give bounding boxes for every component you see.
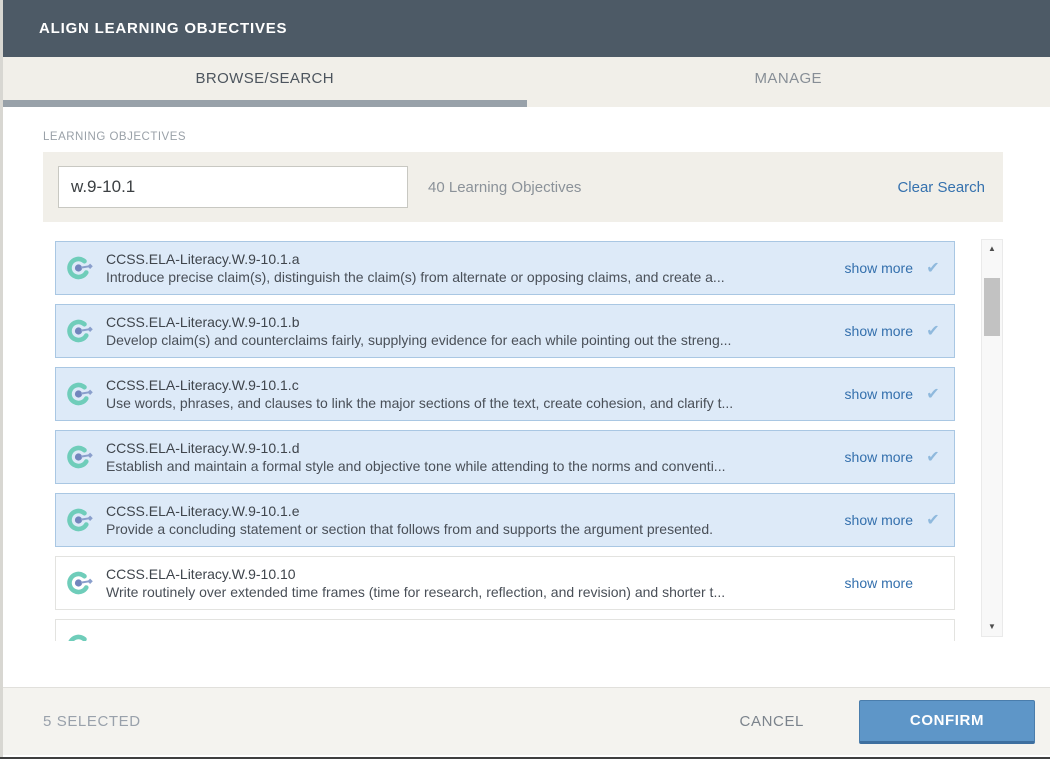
objective-text: CCSS.ELA-Literacy.W.9-10.1.c Use words, … xyxy=(106,376,833,413)
active-tab-indicator xyxy=(3,100,1050,107)
show-more-link[interactable]: show more xyxy=(845,260,913,276)
objective-row[interactable]: CCSS.ELA-Literacy.W.9-10.1.a Introduce p… xyxy=(55,241,955,295)
objective-row[interactable]: CCSS.ELA-Literacy.W.9-10.10 Write routin… xyxy=(55,556,955,610)
objective-code: CCSS.ELA-Literacy.W.9-10.10 xyxy=(106,565,833,583)
objectives-list-wrapper: CCSS.ELA-Literacy.W.9-10.1.a Introduce p… xyxy=(43,237,1003,641)
show-more-link[interactable]: show more xyxy=(845,323,913,339)
cancel-button[interactable]: CANCEL xyxy=(740,713,804,730)
learning-objective-icon xyxy=(65,379,95,409)
objective-code: CCSS.ELA-Literacy.W.9-10.1.b xyxy=(106,313,833,331)
objective-code: CCSS.ELA-Literacy.W.9-10.1.e xyxy=(106,502,833,520)
objective-text: CCSS.ELA-Literacy.W.9-10.1.a Introduce p… xyxy=(106,250,833,287)
objective-description: Introduce precise claim(s), distinguish … xyxy=(106,268,833,287)
selected-count: 5 SELECTED xyxy=(43,713,740,730)
show-more-link[interactable]: show more xyxy=(845,512,913,528)
objective-row[interactable]: ELA-Literacy.W.9-10.1b ✔ xyxy=(55,619,955,641)
scrollbar-thumb[interactable] xyxy=(984,278,1000,336)
show-more-link[interactable]: show more xyxy=(845,386,913,402)
objective-code: CCSS.ELA-Literacy.W.9-10.1.d xyxy=(106,439,833,457)
objective-row[interactable]: CCSS.ELA-Literacy.W.9-10.1.b Develop cla… xyxy=(55,304,955,358)
objective-code: CCSS.ELA-Literacy.W.9-10.1.a xyxy=(106,250,833,268)
objectives-list: CCSS.ELA-Literacy.W.9-10.1.a Introduce p… xyxy=(55,241,955,641)
selected-check-icon: ✔ xyxy=(924,384,942,404)
inactive-tab-underline xyxy=(527,100,1050,107)
objective-description: Develop claim(s) and counterclaims fairl… xyxy=(106,331,833,350)
tab-manage-label: MANAGE xyxy=(755,70,822,87)
tab-browse-search-label: BROWSE/SEARCH xyxy=(195,70,334,87)
learning-objective-icon xyxy=(65,442,95,472)
dialog-title: ALIGN LEARNING OBJECTIVES xyxy=(39,20,287,37)
show-more-link[interactable]: show more xyxy=(845,575,913,591)
dialog-header: ALIGN LEARNING OBJECTIVES xyxy=(3,0,1050,57)
selected-check-icon: ✔ xyxy=(924,510,942,530)
objective-description: Provide a concluding statement or sectio… xyxy=(106,520,833,539)
clear-search-link[interactable]: Clear Search xyxy=(897,179,985,196)
active-tab-underline xyxy=(3,100,527,107)
search-input[interactable] xyxy=(58,166,408,208)
objective-description: Write routinely over extended time frame… xyxy=(106,583,833,602)
selected-check-icon: ✔ xyxy=(924,321,942,341)
show-more-link[interactable]: show more xyxy=(845,449,913,465)
objective-description: Establish and maintain a formal style an… xyxy=(106,457,833,476)
tab-bar: BROWSE/SEARCH MANAGE xyxy=(3,57,1050,100)
objective-text: CCSS.ELA-Literacy.W.9-10.1.b Develop cla… xyxy=(106,313,833,350)
objective-description: Use words, phrases, and clauses to link … xyxy=(106,394,833,413)
learning-objective-icon xyxy=(65,505,95,535)
objective-row[interactable]: CCSS.ELA-Literacy.W.9-10.1.c Use words, … xyxy=(55,367,955,421)
objective-text: CCSS.ELA-Literacy.W.9-10.10 Write routin… xyxy=(106,565,833,602)
objective-code: CCSS.ELA-Literacy.W.9-10.1.c xyxy=(106,376,833,394)
learning-objective-icon xyxy=(65,253,95,283)
tab-browse-search[interactable]: BROWSE/SEARCH xyxy=(3,57,527,100)
confirm-button[interactable]: CONFIRM xyxy=(859,700,1035,744)
objective-text: CCSS.ELA-Literacy.W.9-10.1.d Establish a… xyxy=(106,439,833,476)
scroll-down-icon[interactable]: ▼ xyxy=(982,618,1002,636)
selected-check-icon: ✔ xyxy=(924,258,942,278)
search-panel: 40 Learning Objectives Clear Search xyxy=(43,152,1003,222)
results-count: 40 Learning Objectives xyxy=(428,179,897,196)
learning-objective-icon xyxy=(65,631,95,641)
align-learning-objectives-dialog: ALIGN LEARNING OBJECTIVES BROWSE/SEARCH … xyxy=(3,0,1050,757)
dialog-footer: 5 SELECTED CANCEL CONFIRM xyxy=(3,687,1050,755)
scroll-up-icon[interactable]: ▲ xyxy=(982,240,1002,258)
objective-code: ELA-Literacy.W.9-10.1b xyxy=(106,637,901,641)
learning-objective-icon xyxy=(65,316,95,346)
objective-text: CCSS.ELA-Literacy.W.9-10.1.e Provide a c… xyxy=(106,502,833,539)
list-scrollbar[interactable]: ▲ ▼ xyxy=(981,239,1003,637)
objective-text: ELA-Literacy.W.9-10.1b xyxy=(106,637,901,641)
selected-check-icon: ✔ xyxy=(924,447,942,467)
tab-manage[interactable]: MANAGE xyxy=(527,57,1050,100)
learning-objective-icon xyxy=(65,568,95,598)
objective-row[interactable]: CCSS.ELA-Literacy.W.9-10.1.e Provide a c… xyxy=(55,493,955,547)
learning-objectives-label: LEARNING OBJECTIVES xyxy=(43,131,1050,143)
objective-row[interactable]: CCSS.ELA-Literacy.W.9-10.1.d Establish a… xyxy=(55,430,955,484)
